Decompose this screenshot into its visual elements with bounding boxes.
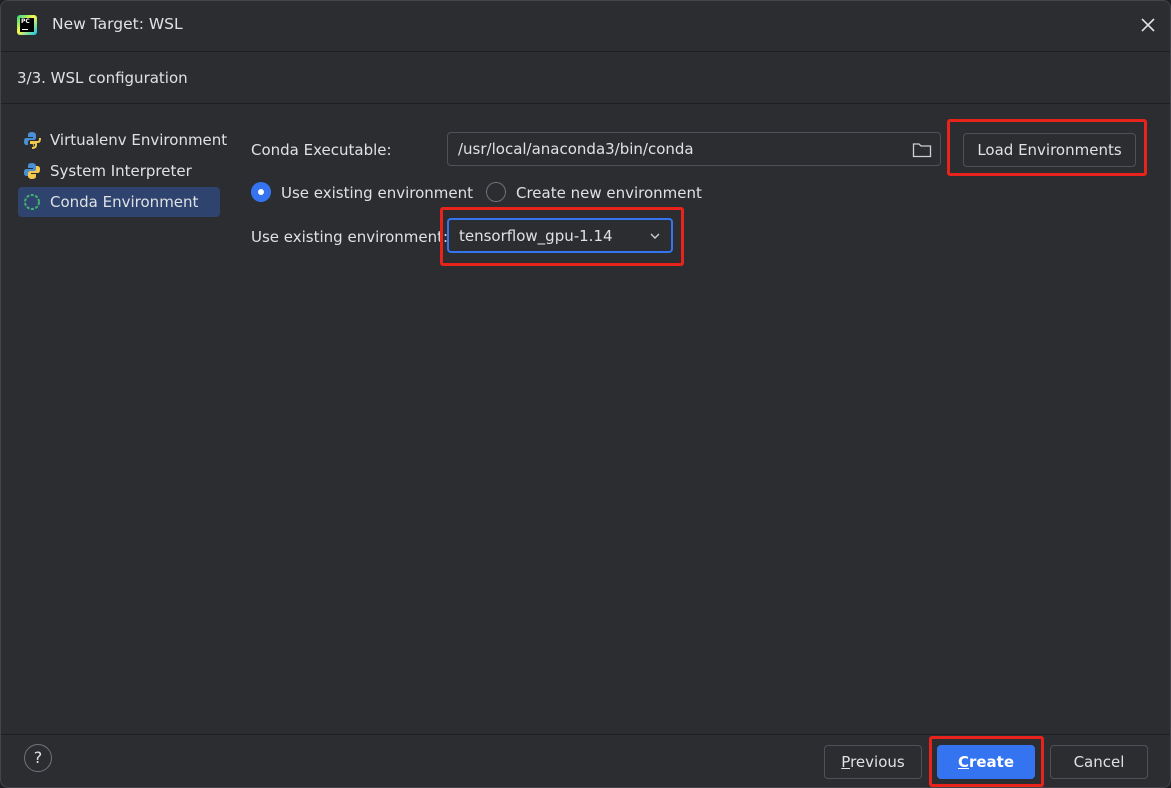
- folder-icon[interactable]: [912, 141, 932, 159]
- previous-button[interactable]: Previous: [824, 745, 922, 779]
- virtualenv-python-icon: v: [24, 132, 41, 149]
- help-button[interactable]: ?: [24, 744, 52, 772]
- existing-environment-dropdown[interactable]: tensorflow_gpu-1.14: [447, 218, 673, 253]
- sidebar-item-label: Conda Environment: [50, 193, 199, 211]
- sidebar-item-label: System Interpreter: [50, 162, 192, 180]
- sidebar-item-conda[interactable]: Conda Environment: [18, 187, 220, 217]
- conda-executable-label: Conda Executable:: [251, 141, 392, 159]
- conda-icon: [24, 194, 40, 210]
- previous-mnemonic: P: [841, 753, 851, 771]
- sidebar-item-label: Virtualenv Environment: [50, 131, 228, 149]
- existing-environment-value: tensorflow_gpu-1.14: [459, 227, 613, 245]
- create-mnemonic: C: [957, 753, 969, 771]
- window-title: New Target: WSL: [52, 15, 183, 33]
- sidebar-item-virtualenv[interactable]: v Virtualenv Environment: [18, 125, 227, 155]
- load-environments-button[interactable]: Load Environments: [963, 133, 1136, 167]
- conda-executable-field[interactable]: /usr/local/anaconda3/bin/conda: [447, 132, 941, 166]
- app-logo-text: PC: [20, 18, 34, 32]
- title-bar: PC New Target: WSL: [1, 1, 1170, 52]
- conda-executable-value: /usr/local/anaconda3/bin/conda: [458, 140, 694, 158]
- existing-environment-label: Use existing environment:: [251, 228, 449, 246]
- help-icon: ?: [33, 748, 43, 767]
- step-title: 3/3. WSL configuration: [17, 69, 188, 87]
- close-button[interactable]: [1134, 11, 1162, 39]
- step-header: 3/3. WSL configuration: [1, 52, 1170, 104]
- previous-label: revious: [850, 753, 905, 771]
- create-label: reate: [968, 753, 1015, 771]
- dialog-window: PC New Target: WSL 3/3. WSL configuratio…: [0, 0, 1171, 788]
- svg-text:v: v: [32, 141, 38, 149]
- radio-use-existing[interactable]: [251, 182, 271, 202]
- chevron-down-icon: [650, 233, 660, 239]
- python-icon: [24, 163, 40, 179]
- close-icon: [1141, 18, 1155, 32]
- footer-divider: [1, 734, 1170, 735]
- cancel-button[interactable]: Cancel: [1050, 745, 1148, 779]
- create-button[interactable]: Create: [937, 745, 1035, 779]
- radio-create-new[interactable]: [486, 182, 506, 202]
- radio-create-new-label[interactable]: Create new environment: [516, 184, 702, 202]
- radio-use-existing-label[interactable]: Use existing environment: [281, 184, 473, 202]
- sidebar-item-system-interpreter[interactable]: System Interpreter: [18, 156, 220, 186]
- pycharm-logo-icon: PC: [17, 15, 37, 35]
